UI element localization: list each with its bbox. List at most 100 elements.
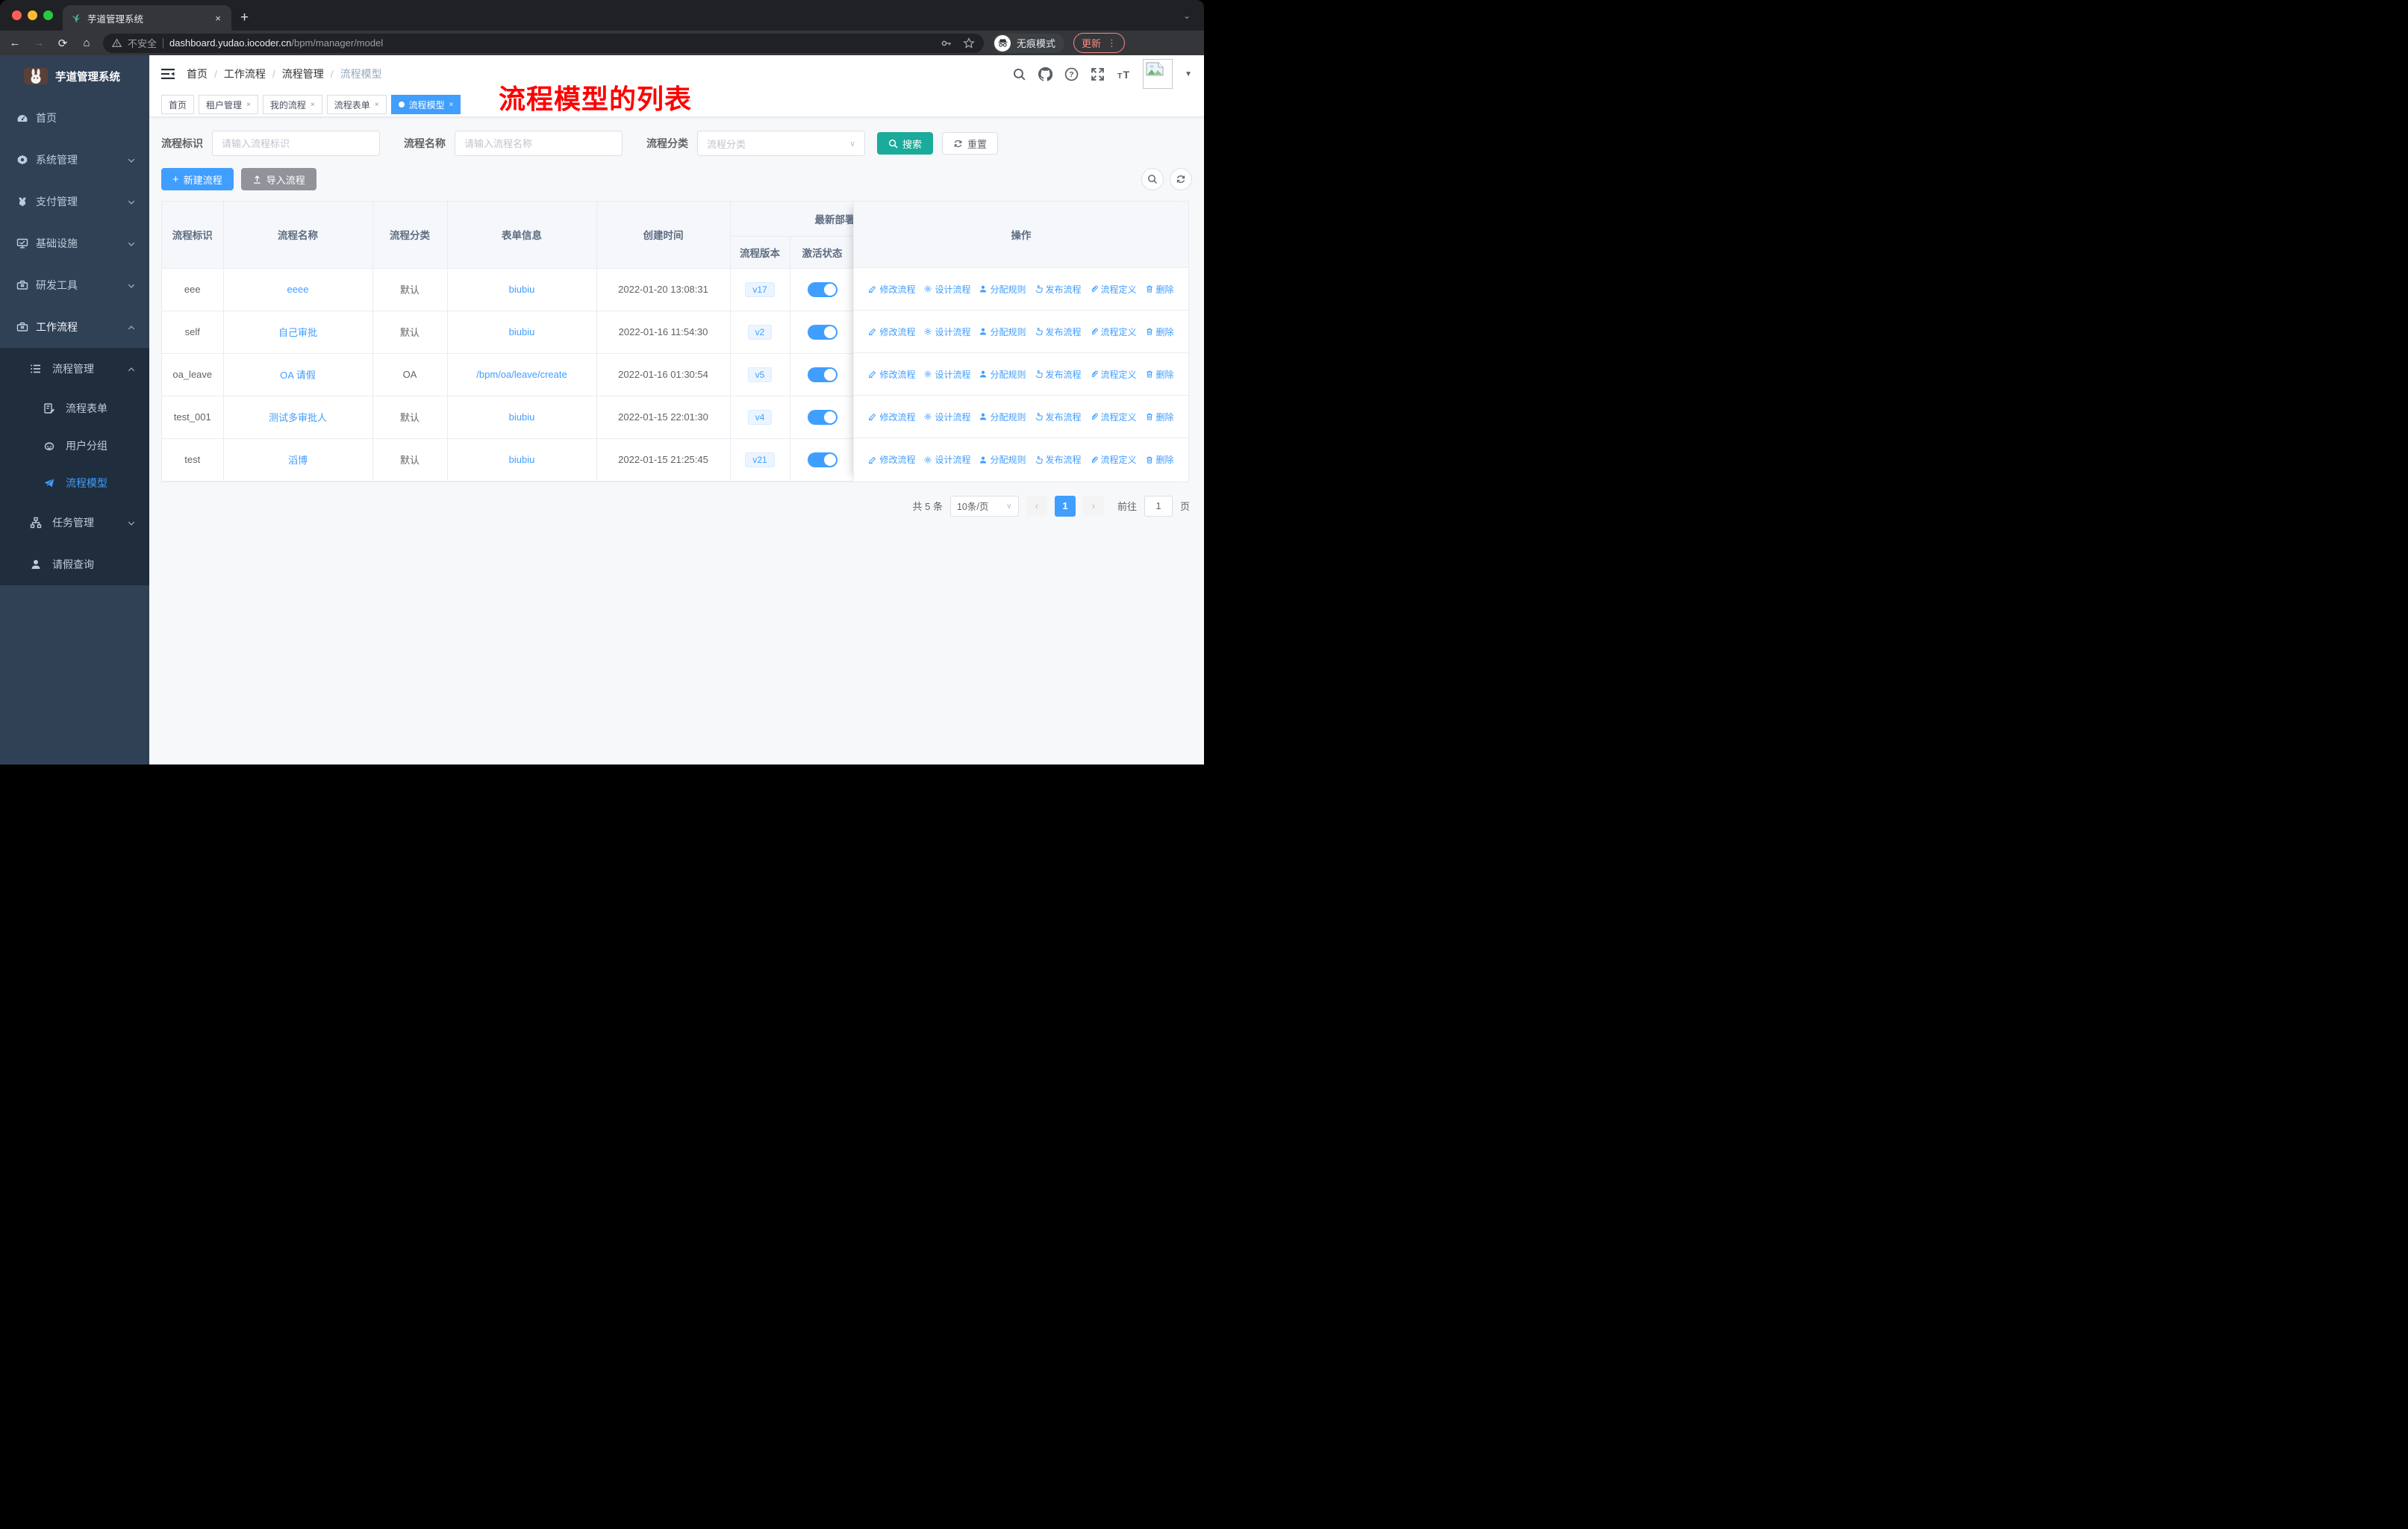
action-发布流程[interactable]: 发布流程	[1035, 283, 1082, 296]
action-修改流程[interactable]: 修改流程	[868, 326, 915, 338]
action-发布流程[interactable]: 发布流程	[1035, 326, 1082, 338]
show-search-toggle-button[interactable]	[1141, 168, 1164, 190]
action-分配规则[interactable]: 分配规则	[979, 411, 1026, 423]
form-info-link[interactable]: biubiu	[509, 326, 535, 337]
form-info-link[interactable]: biubiu	[509, 454, 535, 465]
action-分配规则[interactable]: 分配规则	[979, 453, 1026, 466]
current-page-button[interactable]: 1	[1054, 495, 1076, 517]
tag-close-icon[interactable]: ×	[246, 101, 251, 109]
process-name-link[interactable]: eeee	[287, 284, 309, 295]
sidebar-item-请假查询[interactable]: 请假查询	[0, 544, 149, 585]
active-toggle[interactable]	[807, 367, 838, 382]
sidebar-item-用户分组[interactable]: 用户分组	[0, 427, 149, 464]
sidebar-item-研发工具[interactable]: 研发工具	[0, 264, 149, 306]
password-key-icon[interactable]	[941, 37, 952, 49]
reset-button[interactable]: 重置	[942, 132, 999, 155]
tag-我的流程[interactable]: 我的流程 ×	[262, 95, 322, 114]
action-流程定义[interactable]: 流程定义	[1090, 368, 1137, 381]
fontsize-icon[interactable]: TT	[1117, 67, 1131, 81]
active-toggle[interactable]	[807, 452, 838, 467]
breadcrumb-item[interactable]: 流程管理	[282, 66, 324, 81]
sidebar-item-流程管理[interactable]: 流程管理	[0, 348, 149, 390]
active-toggle[interactable]	[807, 324, 838, 340]
action-流程定义[interactable]: 流程定义	[1090, 411, 1137, 423]
browser-menu-icon[interactable]: ⋮	[1107, 37, 1117, 49]
action-流程定义[interactable]: 流程定义	[1090, 453, 1137, 466]
browser-tab[interactable]: 芋道管理系统 ×	[63, 5, 231, 31]
version-tag[interactable]: v5	[747, 367, 773, 382]
action-设计流程[interactable]: 设计流程	[923, 453, 970, 466]
version-tag[interactable]: v21	[745, 452, 775, 467]
version-tag[interactable]: v4	[747, 409, 773, 425]
action-修改流程[interactable]: 修改流程	[868, 411, 915, 423]
sidebar-item-流程模型[interactable]: 流程模型	[0, 464, 149, 502]
tab-search-chevron-icon[interactable]: ⌄	[1183, 10, 1191, 21]
tab-close-icon[interactable]: ×	[212, 13, 224, 24]
avatar-caret-down-icon[interactable]: ▼	[1185, 70, 1192, 78]
sidebar-item-工作流程[interactable]: 工作流程	[0, 306, 149, 348]
action-删除[interactable]: 删除	[1145, 326, 1174, 338]
forward-icon[interactable]: →	[31, 37, 46, 49]
process-name-link[interactable]: 滔博	[288, 455, 308, 466]
avatar[interactable]	[1143, 59, 1173, 89]
form-info-link[interactable]: biubiu	[509, 411, 535, 423]
sidebar-item-任务管理[interactable]: 任务管理	[0, 502, 149, 544]
address-bar[interactable]: 不安全 dashboard.yudao.iocoder.cn/bpm/manag…	[103, 33, 984, 53]
search-button[interactable]: 搜索	[877, 132, 934, 155]
version-tag[interactable]: v17	[745, 281, 775, 297]
action-修改流程[interactable]: 修改流程	[868, 368, 915, 381]
close-window-button[interactable]	[12, 10, 22, 20]
process-key-input[interactable]	[222, 137, 370, 149]
prev-page-button[interactable]: ‹	[1026, 495, 1047, 517]
form-info-link[interactable]: /bpm/oa/leave/create	[476, 369, 567, 380]
back-icon[interactable]: ←	[7, 37, 22, 49]
action-流程定义[interactable]: 流程定义	[1090, 326, 1137, 338]
action-发布流程[interactable]: 发布流程	[1035, 411, 1082, 423]
tag-close-icon[interactable]: ×	[311, 101, 315, 109]
action-发布流程[interactable]: 发布流程	[1035, 368, 1082, 381]
action-删除[interactable]: 删除	[1145, 283, 1174, 296]
zoom-window-button[interactable]	[43, 10, 53, 20]
process-name-link[interactable]: 测试多审批人	[269, 412, 327, 423]
page-size-select[interactable]: 10条/页 ∨	[949, 495, 1019, 517]
tag-流程模型[interactable]: 流程模型 ×	[390, 95, 461, 114]
process-name-input[interactable]	[464, 137, 613, 149]
update-button[interactable]: 更新 ⋮	[1073, 33, 1126, 53]
next-page-button[interactable]: ›	[1082, 495, 1104, 517]
tag-close-icon[interactable]: ×	[375, 101, 379, 109]
sidebar-item-基础设施[interactable]: 基础设施	[0, 222, 149, 264]
category-select[interactable]: 流程分类 ∨	[697, 131, 865, 156]
reload-icon[interactable]: ⟳	[55, 37, 70, 50]
tag-流程表单[interactable]: 流程表单 ×	[326, 95, 387, 114]
active-toggle[interactable]	[807, 409, 838, 425]
breadcrumb-item[interactable]: 工作流程	[224, 66, 266, 81]
action-设计流程[interactable]: 设计流程	[923, 411, 970, 423]
form-info-link[interactable]: biubiu	[509, 284, 535, 295]
window-controls[interactable]	[12, 10, 53, 20]
new-tab-button[interactable]: +	[240, 10, 249, 26]
active-toggle[interactable]	[807, 281, 838, 297]
sidebar-item-支付管理[interactable]: ¥ 支付管理	[0, 181, 149, 222]
process-name-link[interactable]: 自己审批	[278, 327, 317, 338]
import-process-button[interactable]: 导入流程	[240, 168, 316, 190]
action-删除[interactable]: 删除	[1145, 368, 1174, 381]
action-分配规则[interactable]: 分配规则	[979, 283, 1026, 296]
refresh-table-button[interactable]	[1170, 168, 1192, 190]
sidebar-item-系统管理[interactable]: 系统管理	[0, 139, 149, 181]
action-流程定义[interactable]: 流程定义	[1090, 283, 1137, 296]
question-icon[interactable]: ?	[1064, 67, 1079, 81]
tag-close-icon[interactable]: ×	[449, 101, 454, 109]
bookmark-star-icon[interactable]	[963, 37, 975, 49]
action-删除[interactable]: 删除	[1145, 453, 1174, 466]
action-分配规则[interactable]: 分配规则	[979, 326, 1026, 338]
minimize-window-button[interactable]	[28, 10, 37, 20]
action-发布流程[interactable]: 发布流程	[1035, 453, 1082, 466]
search-icon[interactable]	[1012, 67, 1026, 81]
home-icon[interactable]: ⌂	[79, 37, 94, 49]
action-分配规则[interactable]: 分配规则	[979, 368, 1026, 381]
app-logo[interactable]: 芋道管理系统	[0, 55, 149, 97]
goto-page-input[interactable]: 1	[1144, 495, 1173, 517]
action-删除[interactable]: 删除	[1145, 411, 1174, 423]
action-设计流程[interactable]: 设计流程	[923, 326, 970, 338]
sidebar-item-流程表单[interactable]: 流程表单	[0, 390, 149, 427]
